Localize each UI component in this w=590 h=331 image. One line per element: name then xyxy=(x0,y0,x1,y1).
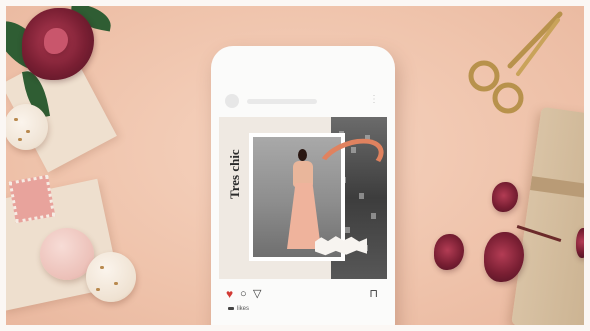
gold-fleck xyxy=(14,118,18,121)
rose-petal xyxy=(492,182,518,212)
postage-stamp xyxy=(8,174,56,224)
comment-icon[interactable]: ○ xyxy=(240,288,247,300)
post-header: ⋮ xyxy=(225,94,381,108)
gold-fleck xyxy=(26,130,30,133)
model-dress xyxy=(287,183,321,249)
likes-count: likes xyxy=(228,306,249,312)
gold-fleck xyxy=(96,288,100,291)
post-image: Tres chic xyxy=(219,117,387,279)
post-caption-text: Tres chic xyxy=(227,149,242,199)
gold-fleck xyxy=(114,282,118,285)
more-options-icon[interactable]: ⋮ xyxy=(369,95,379,105)
flatlay-scene: ⋮ Tres chic ♥ ○ ▽ ⊓ likes xyxy=(0,0,590,331)
kraft-notebook xyxy=(511,106,590,331)
gold-fleck xyxy=(100,266,104,269)
like-heart-mini-icon xyxy=(228,306,234,310)
bookmark-icon[interactable]: ⊓ xyxy=(369,288,378,300)
share-icon[interactable]: ▽ xyxy=(253,288,261,300)
post-actions: ♥ ○ ▽ ⊓ xyxy=(226,288,378,302)
likes-label: likes xyxy=(237,306,250,312)
username-placeholder xyxy=(247,99,317,104)
heart-icon[interactable]: ♥ xyxy=(226,288,233,300)
avatar xyxy=(225,94,239,108)
macaron xyxy=(4,104,48,150)
rose-petal xyxy=(434,234,464,270)
model-head xyxy=(298,149,307,161)
gold-fleck xyxy=(18,138,22,141)
macaron xyxy=(86,252,136,302)
scissors-icon xyxy=(468,11,563,114)
